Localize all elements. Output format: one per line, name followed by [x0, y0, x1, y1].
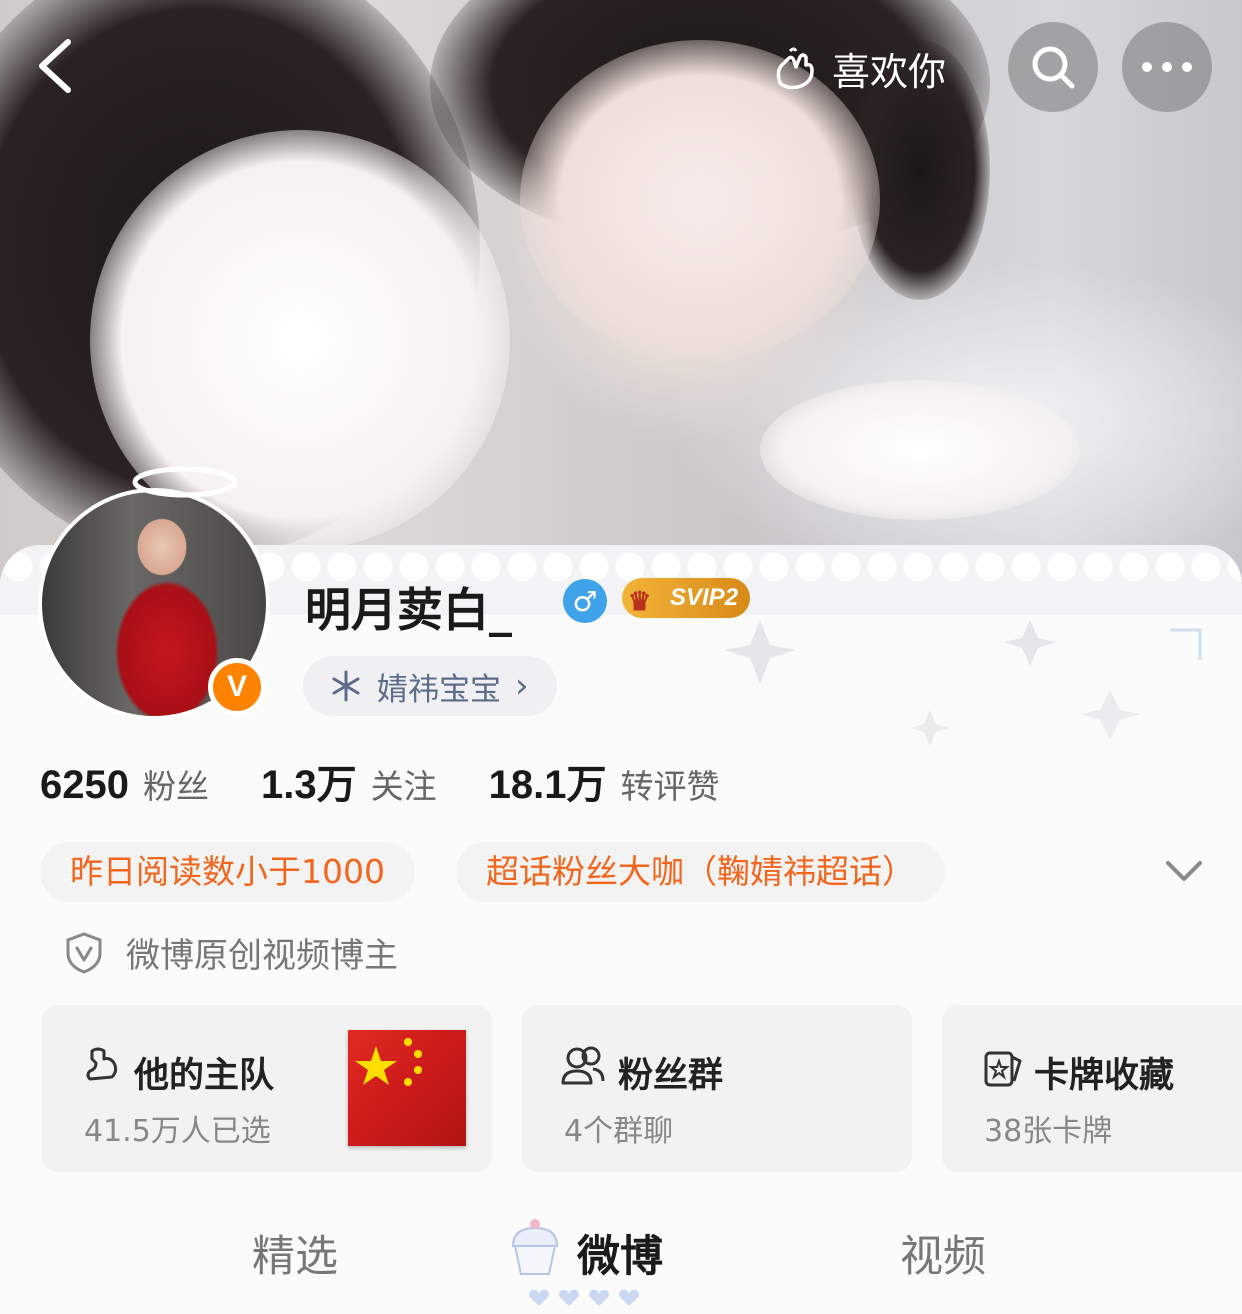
username: 明月荬白_ — [305, 583, 512, 637]
fan-group-pill[interactable]: 婧祎宝宝 › — [303, 656, 557, 716]
back-button[interactable] — [24, 30, 94, 100]
cupcake-icon — [511, 1219, 559, 1275]
verified-badge-icon: V — [208, 658, 266, 716]
card-collection-box[interactable]: 卡牌收藏 38张卡牌 — [942, 1005, 1242, 1172]
group-icon — [561, 1046, 605, 1085]
expand-tags-chevron-icon[interactable] — [1162, 853, 1206, 889]
hearts-underline-icon — [529, 1289, 639, 1306]
team-title: 他的主队 — [134, 1056, 275, 1096]
team-icon — [86, 1047, 118, 1081]
avatar-container[interactable]: V — [38, 466, 270, 720]
following-label: 关注 — [370, 767, 437, 806]
fan-group-box[interactable]: 粉丝群 4个群聊 — [522, 1005, 912, 1172]
fan-group-label: 婧祎宝宝 — [377, 671, 501, 708]
shield-v-icon — [66, 931, 102, 974]
tab-featured[interactable]: 精选 — [252, 1222, 338, 1284]
sparkle-decoration — [725, 620, 1202, 746]
like-you-button[interactable]: 喜欢你 — [770, 40, 946, 96]
like-you-label: 喜欢你 — [832, 49, 947, 94]
snowflake-icon — [332, 670, 360, 702]
hand-heart-icon — [776, 47, 814, 90]
search-icon — [1032, 46, 1075, 89]
stats-row: 6250 粉丝 1.3万 关注 18.1万 转评赞 — [40, 752, 719, 810]
more-button[interactable] — [1122, 22, 1212, 112]
gender-male-icon: ♂ — [563, 579, 607, 623]
card-collection-sub: 38张卡牌 — [984, 1114, 1113, 1149]
more-dots-icon — [1142, 62, 1192, 72]
halo-decoration — [132, 466, 238, 498]
card-icon — [984, 1051, 1022, 1087]
followers-label: 粉丝 — [142, 767, 209, 806]
stat-interactions[interactable]: 18.1万 转评赞 — [489, 752, 720, 810]
team-sub: 41.5万人已选 — [84, 1114, 271, 1149]
stat-following[interactable]: 1.3万 关注 — [261, 752, 437, 810]
certification-text: 微博原创视频博主 — [126, 936, 398, 976]
interactions-count: 18.1万 — [488, 763, 607, 807]
svip-label: SVIP2 — [670, 584, 739, 611]
search-button[interactable] — [1008, 22, 1098, 112]
svip-badge[interactable]: ♛ SVIP2 — [622, 578, 751, 618]
followers-count: 6250 — [40, 763, 129, 807]
card-collection-title: 卡牌收藏 — [1034, 1056, 1175, 1096]
chevron-right-icon: › — [515, 666, 529, 706]
tab-weibo[interactable]: 微博 — [577, 1222, 663, 1284]
following-count: 1.3万 — [260, 763, 357, 807]
fan-group-title: 粉丝群 — [618, 1056, 724, 1096]
chevron-left-icon — [39, 39, 71, 93]
certification-row[interactable]: 微博原创视频博主 — [64, 928, 398, 977]
tag-reading-count[interactable]: 昨日阅读数小于1000 — [40, 842, 415, 902]
tab-video[interactable]: 视频 — [900, 1222, 986, 1284]
tag-super-topic-fan[interactable]: 超话粉丝大咖（鞠婧祎超话） — [456, 842, 945, 902]
crown-icon: ♛ — [628, 586, 652, 616]
stat-followers[interactable]: 6250 粉丝 — [40, 760, 209, 808]
tab-weibo-container[interactable]: 微博 — [505, 1212, 675, 1312]
interactions-label: 转评赞 — [620, 767, 720, 806]
fan-group-sub: 4个群聊 — [564, 1114, 674, 1149]
china-flag-icon — [348, 1030, 466, 1146]
